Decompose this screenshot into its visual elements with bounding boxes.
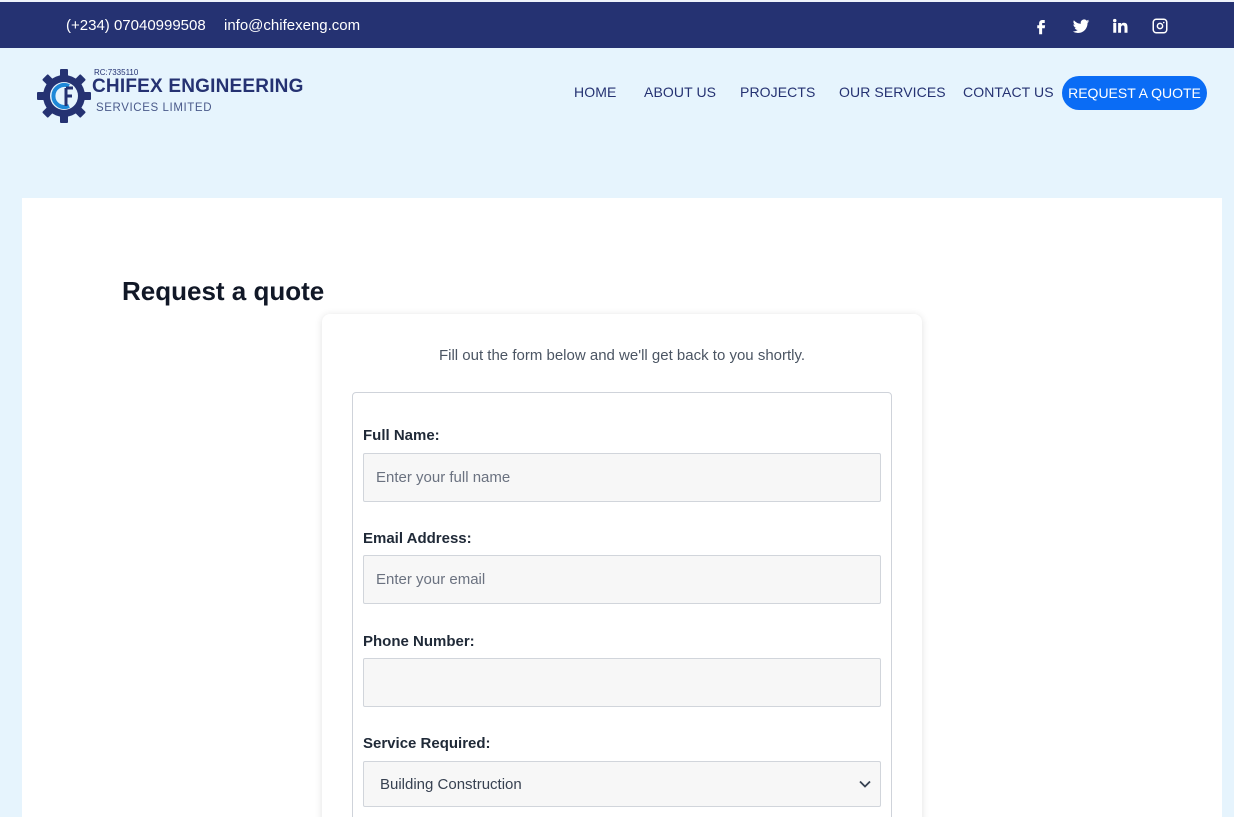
chevron-down-icon [859, 780, 871, 788]
company-name: CHIFEX ENGINEERING [92, 76, 304, 97]
nav-contact-us[interactable]: CONTACT US [963, 84, 1054, 100]
service-select[interactable]: Building Construction [363, 761, 881, 807]
service-label: Service Required: [363, 735, 491, 752]
instagram-icon[interactable] [1150, 16, 1170, 36]
phone-input[interactable] [363, 658, 881, 707]
quote-form-card: Fill out the form below and we'll get ba… [322, 314, 922, 817]
nav-projects[interactable]: PROJECTS [740, 84, 815, 100]
email-label: Email Address: [363, 530, 472, 547]
email-input[interactable]: Enter your email [363, 555, 881, 604]
form-intro-text: Fill out the form below and we'll get ba… [438, 347, 806, 364]
page-title: Request a quote [122, 276, 325, 306]
full-name-label: Full Name: [363, 427, 440, 444]
nav-our-services[interactable]: OUR SERVICES [839, 84, 946, 100]
main-content: Request a quote Fill out the form below … [22, 198, 1222, 817]
twitter-icon[interactable] [1071, 16, 1091, 36]
linkedin-icon[interactable] [1110, 16, 1130, 36]
full-name-input[interactable]: Enter your full name [363, 453, 881, 502]
phone-number[interactable]: (+234) 07040999508 [66, 17, 206, 34]
top-contact-bar: (+234) 07040999508 info@chifexeng.com [0, 0, 1234, 48]
service-selected-value: Building Construction [380, 775, 522, 793]
company-subtitle: SERVICES LIMITED [96, 102, 213, 114]
nav-about-us[interactable]: ABOUT US [644, 84, 716, 100]
site-header: RC:7335110 CHIFEX ENGINEERING SERVICES L… [0, 48, 1234, 198]
quote-form: Full Name: Enter your full name Email Ad… [352, 392, 892, 817]
email-link[interactable]: info@chifexeng.com [224, 17, 360, 34]
phone-label: Phone Number: [363, 633, 475, 650]
request-quote-button[interactable]: REQUEST A QUOTE [1062, 76, 1207, 110]
facebook-icon[interactable] [1031, 16, 1051, 36]
gear-logo-icon [37, 69, 91, 123]
company-logo[interactable]: RC:7335110 CHIFEX ENGINEERING SERVICES L… [36, 66, 336, 126]
nav-home[interactable]: HOME [574, 84, 616, 100]
